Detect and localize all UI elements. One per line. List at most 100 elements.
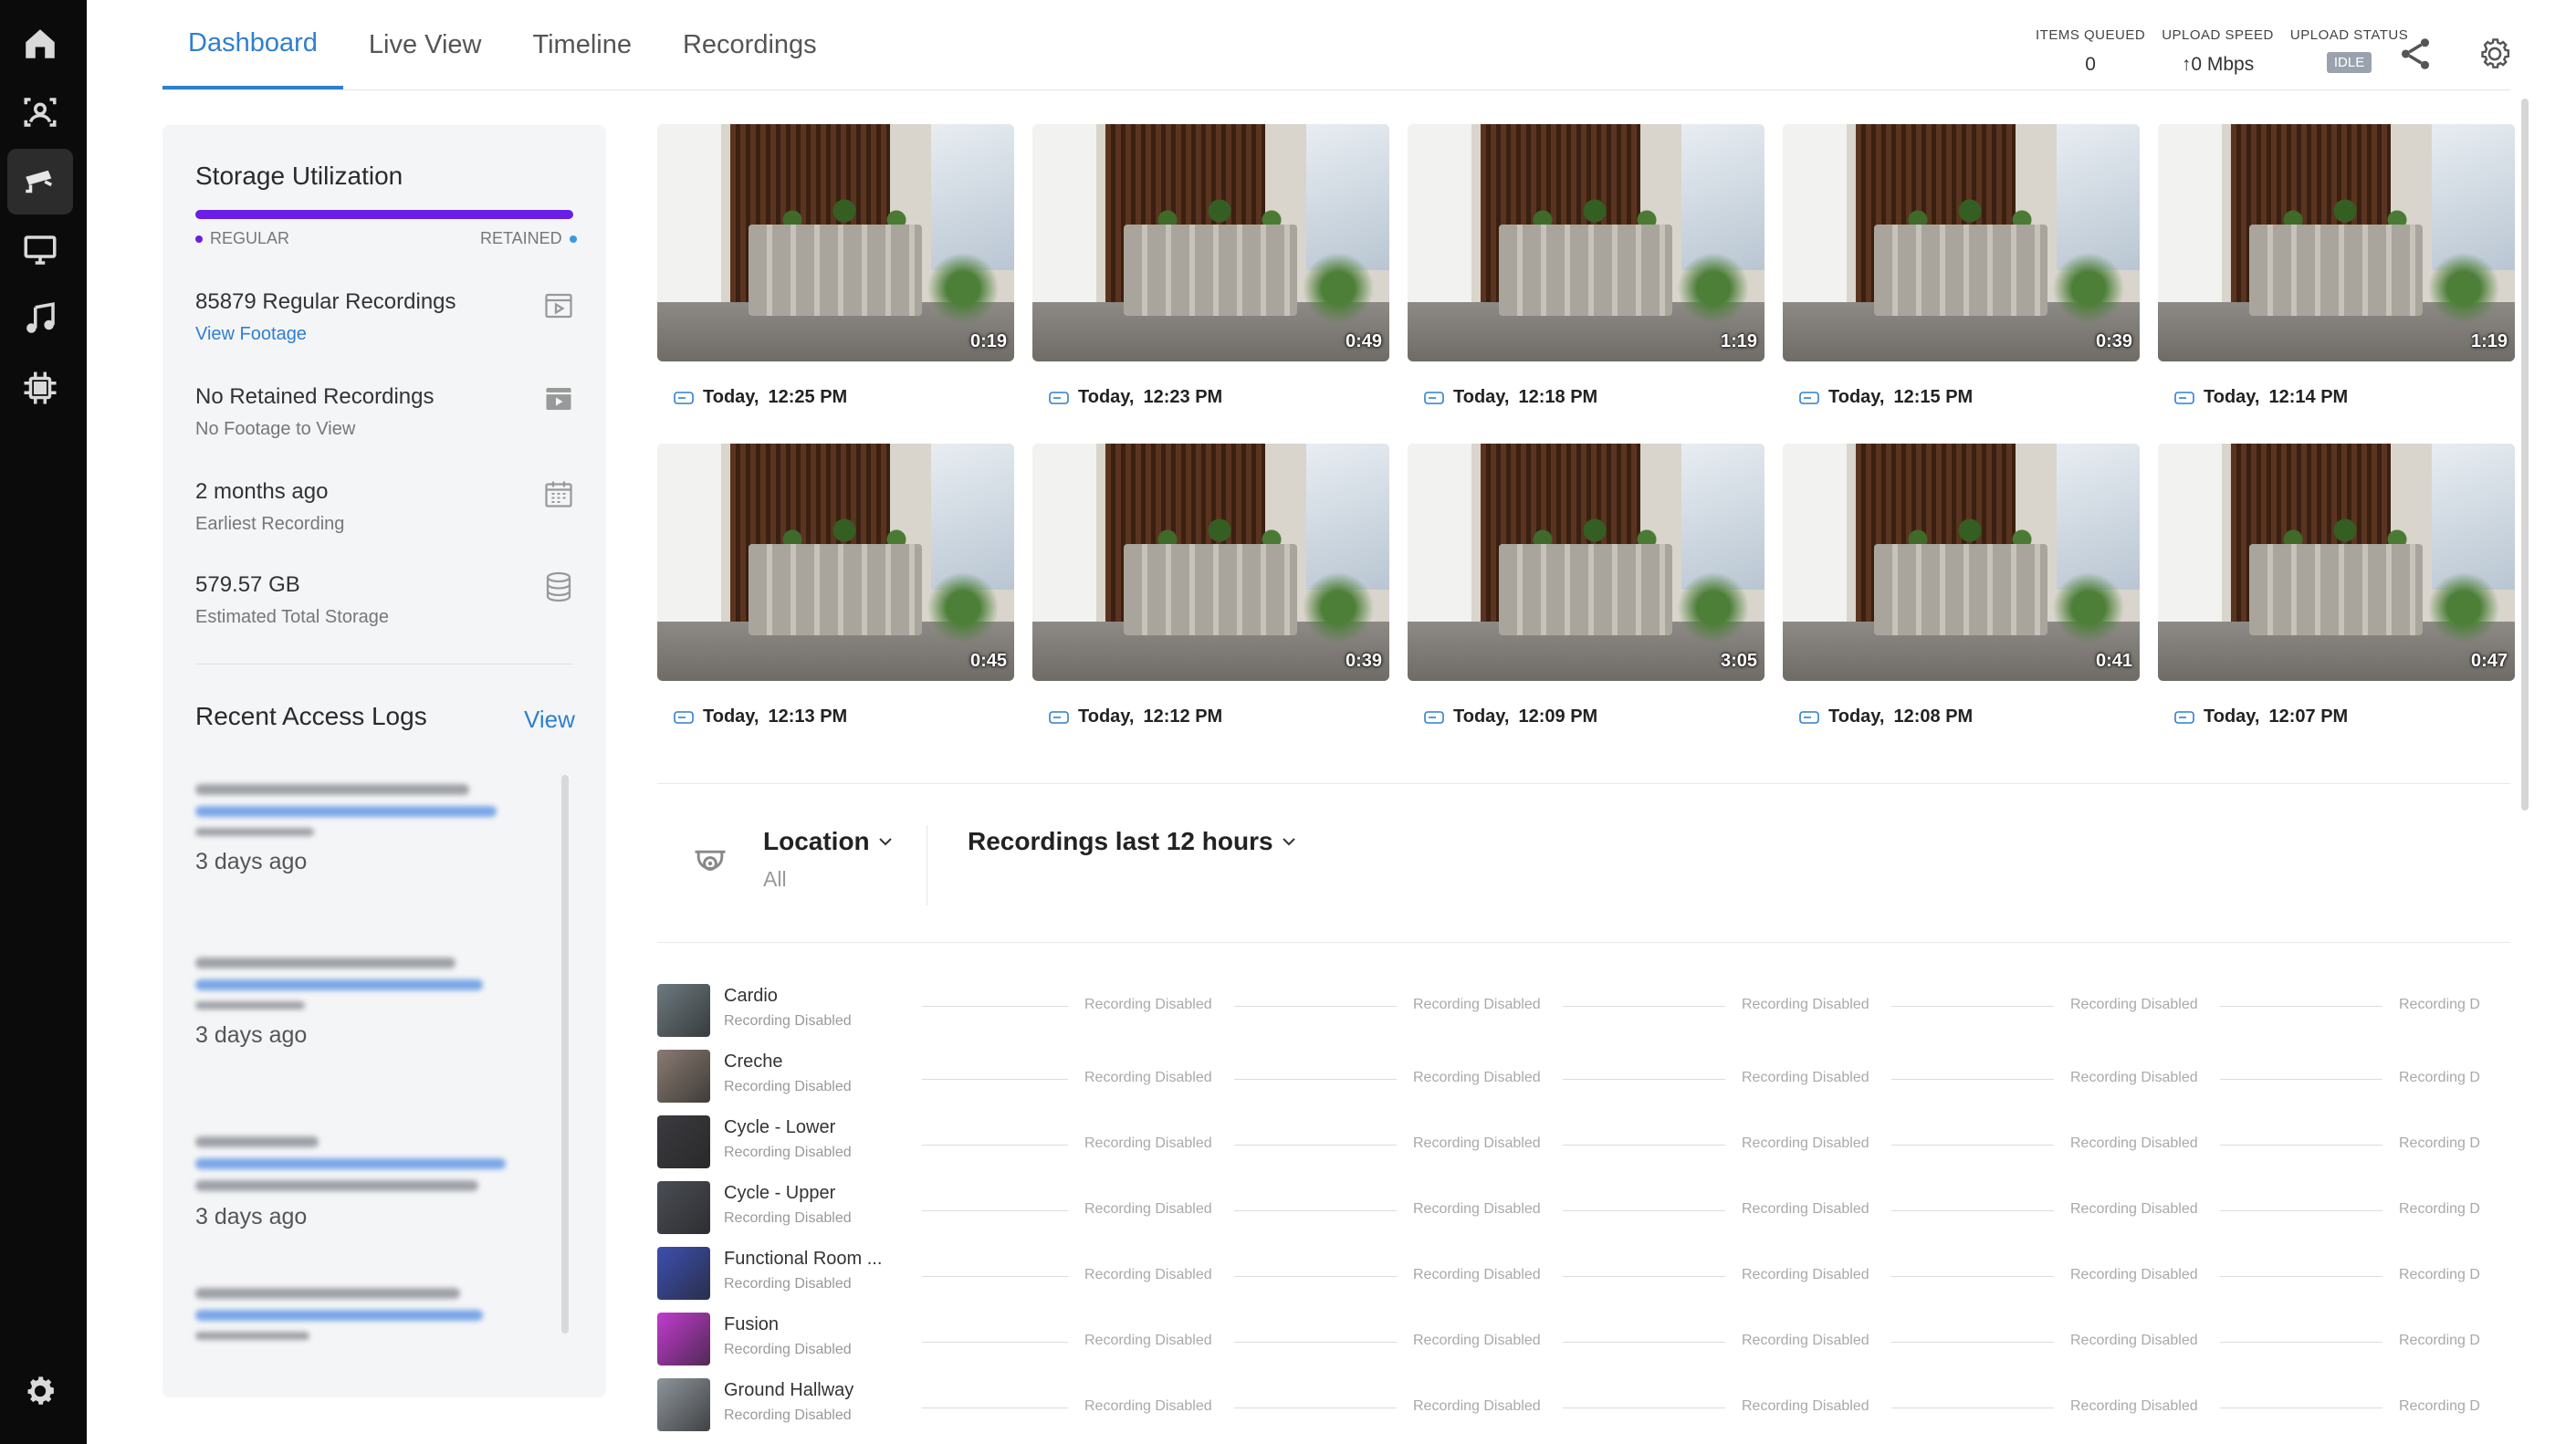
recording-duration: 0:19 bbox=[969, 331, 1007, 351]
monitor-icon[interactable] bbox=[7, 217, 73, 283]
timeline-segment-label: Recording Disabled bbox=[1084, 997, 1212, 1012]
upload-status-stat: UPLOAD STATUS IDLE bbox=[2290, 27, 2408, 76]
timeline-segment-label: Recording Disabled bbox=[2070, 997, 2198, 1012]
storage-usage-bar bbox=[195, 210, 573, 219]
timeline-segment-label: Recording D bbox=[2399, 1135, 2480, 1151]
camera-thumbnail[interactable] bbox=[657, 984, 710, 1037]
camera-status: Recording Disabled bbox=[724, 1079, 852, 1094]
camera-thumbnail[interactable] bbox=[657, 1247, 710, 1300]
camera-thumbnail[interactable] bbox=[657, 1050, 710, 1103]
main-scrollbar[interactable] bbox=[2521, 99, 2529, 811]
access-log-time: 3 days ago bbox=[195, 849, 308, 874]
settings-gear-icon[interactable] bbox=[2476, 35, 2514, 73]
timeline-segment-label: Recording Disabled bbox=[1084, 1070, 1212, 1085]
tab-recordings[interactable]: Recordings bbox=[657, 0, 843, 89]
timeline-segment-label: Recording D bbox=[2399, 1070, 2480, 1085]
main-tabs: Dashboard Live View Timeline Recordings bbox=[162, 0, 843, 91]
timeline-track bbox=[1891, 1006, 2054, 1007]
recording-thumbnail[interactable]: 0:47 bbox=[2158, 444, 2515, 681]
recording-thumbnail[interactable]: 0:19 bbox=[657, 124, 1014, 361]
recording-caption: Today, 12:12 PM bbox=[1049, 706, 1222, 727]
recording-thumbnail[interactable]: 0:41 bbox=[1783, 444, 2140, 681]
dome-camera-icon bbox=[695, 850, 726, 871]
view-footage-link[interactable]: View Footage bbox=[195, 324, 456, 345]
timeline-track bbox=[1234, 1210, 1397, 1211]
tab-timeline[interactable]: Timeline bbox=[507, 0, 657, 89]
access-log-entry[interactable] bbox=[195, 1288, 542, 1351]
camera-row[interactable]: Creche Recording Disabled Recording Disabl… bbox=[657, 1050, 2510, 1104]
recording-thumbnail[interactable]: 3:05 bbox=[1408, 444, 1764, 681]
timeline-segment-label: Recording Disabled bbox=[2070, 1201, 2198, 1217]
recording-caption: Today, 12:15 PM bbox=[1799, 387, 1973, 408]
access-log-time: 3 days ago bbox=[195, 1204, 308, 1229]
camera-row[interactable]: Cardio Recording Disabled Recording Disabl… bbox=[657, 984, 2510, 1039]
face-scan-icon[interactable] bbox=[7, 79, 73, 145]
recording-date: Today, bbox=[703, 387, 759, 407]
camera-icon[interactable] bbox=[7, 149, 73, 215]
retained-recordings-count: No Retained Recordings bbox=[195, 384, 435, 409]
items-queued-label: ITEMS QUEUED bbox=[2036, 27, 2146, 43]
regular-recordings-count: 85879 Regular Recordings bbox=[195, 289, 456, 314]
camera-row[interactable]: Functional Room ... Recording Disabled Rec… bbox=[657, 1247, 2510, 1302]
timeline-track bbox=[1891, 1145, 2054, 1146]
time-range-filter[interactable]: Recordings last 12 hours bbox=[968, 827, 1297, 856]
recording-time: 12:14 PM bbox=[2268, 387, 2349, 407]
recording-thumbnail[interactable]: 0:45 bbox=[657, 444, 1014, 681]
timeline-track bbox=[1563, 1342, 1725, 1343]
access-logs-title: Recent Access Logs bbox=[195, 702, 427, 730]
recording-thumbnail[interactable]: 0:49 bbox=[1032, 124, 1389, 361]
location-filter[interactable]: Location bbox=[763, 827, 894, 856]
timeline-segment-label: Recording Disabled bbox=[1084, 1135, 1212, 1151]
tab-live-view[interactable]: Live View bbox=[343, 0, 508, 89]
upload-speed-stat: UPLOAD SPEED ↑0 Mbps bbox=[2162, 27, 2274, 76]
recording-duration: 1:19 bbox=[1720, 331, 1757, 351]
access-log-entry[interactable]: 3 days ago bbox=[195, 957, 542, 1049]
access-log-entry[interactable]: 3 days ago bbox=[195, 1136, 542, 1230]
camera-row[interactable]: Cycle - Lower Recording Disabled Recording… bbox=[657, 1115, 2510, 1170]
blurred-link bbox=[195, 979, 483, 990]
timeline-track bbox=[2220, 1006, 2382, 1007]
access-log-entry[interactable]: 3 days ago bbox=[195, 784, 542, 875]
access-log-time: 3 days ago bbox=[195, 1022, 308, 1048]
recording-thumbnail[interactable]: 0:39 bbox=[1783, 124, 2140, 361]
camera-thumbnail[interactable] bbox=[657, 1313, 710, 1366]
timeline-track bbox=[1891, 1342, 2054, 1343]
recording-thumbnail[interactable]: 1:19 bbox=[2158, 124, 2515, 361]
blurred-user bbox=[195, 1288, 460, 1299]
recording-thumbnail[interactable]: 0:39 bbox=[1032, 444, 1389, 681]
timeline-track bbox=[1891, 1276, 2054, 1277]
recording-icon bbox=[1049, 391, 1069, 404]
home-icon[interactable] bbox=[7, 11, 73, 77]
recording-time: 12:23 PM bbox=[1143, 387, 1223, 407]
tab-dashboard[interactable]: Dashboard bbox=[162, 0, 343, 89]
music-note-icon[interactable] bbox=[7, 286, 73, 351]
legend-retained: RETAINED bbox=[480, 229, 577, 248]
camera-row[interactable]: Cycle - Upper Recording Disabled Recording… bbox=[657, 1181, 2510, 1236]
recording-time: 12:07 PM bbox=[2268, 706, 2349, 727]
access-logs-scrollbar[interactable] bbox=[561, 775, 569, 1334]
recording-caption: Today, 12:08 PM bbox=[1799, 706, 1973, 727]
chip-icon[interactable] bbox=[7, 355, 73, 421]
earliest-recording-value: 2 months ago bbox=[195, 479, 329, 504]
timeline-track bbox=[1563, 1145, 1725, 1146]
items-queued-value: 0 bbox=[2085, 54, 2096, 75]
camera-thumbnail[interactable] bbox=[657, 1115, 710, 1168]
filters-divider bbox=[657, 942, 2510, 943]
timeline-segment-label: Recording Disabled bbox=[1742, 1201, 1869, 1217]
timeline-track bbox=[922, 1210, 1068, 1211]
recording-icon bbox=[674, 710, 694, 724]
legend-regular: REGULAR bbox=[195, 229, 289, 248]
share-icon[interactable] bbox=[2396, 35, 2435, 73]
camera-thumbnail[interactable] bbox=[657, 1378, 710, 1431]
gear-icon[interactable] bbox=[7, 1358, 73, 1424]
recording-thumbnail[interactable]: 1:19 bbox=[1408, 124, 1764, 361]
camera-row[interactable]: Fusion Recording Disabled Recording Disabl… bbox=[657, 1313, 2510, 1367]
camera-name: Creche bbox=[724, 1052, 783, 1072]
access-logs-view-link[interactable]: View bbox=[524, 706, 575, 734]
camera-row[interactable]: Ground Hallway Recording Disabled Recordin… bbox=[657, 1378, 2510, 1433]
timeline-segment-label: Recording D bbox=[2399, 1201, 2480, 1217]
timeline-track bbox=[1563, 1407, 1725, 1408]
blurred-link bbox=[195, 1158, 506, 1169]
database-icon bbox=[546, 571, 571, 602]
camera-thumbnail[interactable] bbox=[657, 1181, 710, 1234]
